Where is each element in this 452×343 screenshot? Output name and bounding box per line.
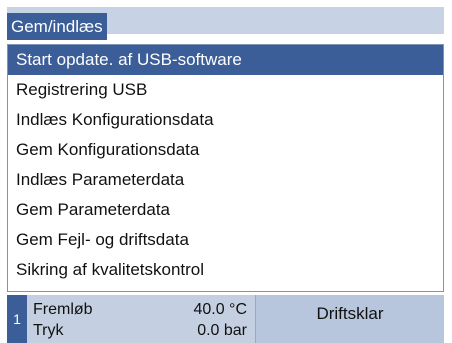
menu-item-start-usb-software-update[interactable]: Start opdate. af USB-software	[8, 45, 443, 75]
menu-item-save-parameter-data[interactable]: Gem Parameterdata	[8, 195, 443, 225]
menu-title: Gem/indlæs	[7, 13, 107, 40]
operating-state-panel: Driftsklar	[256, 295, 444, 343]
flow-value: 40.0 °C	[193, 301, 247, 318]
menu-item-save-configuration-data[interactable]: Gem Konfigurationsdata	[8, 135, 443, 165]
operating-state-label: Driftsklar	[316, 304, 384, 323]
menu-item-usb-registration[interactable]: Registrering USB	[8, 75, 443, 105]
menu-item-save-error-operating-data[interactable]: Gem Fejl- og driftsdata	[8, 225, 443, 255]
menu-list: Start opdate. af USB-software Registreri…	[7, 44, 444, 292]
zone-number: 1	[7, 295, 27, 343]
flow-label: Fremløb	[33, 301, 93, 318]
pressure-label: Tryk	[33, 322, 64, 339]
device-screen: Gem/indlæs Start opdate. af USB-software…	[0, 0, 452, 343]
menu-item-load-parameter-data[interactable]: Indlæs Parameterdata	[8, 165, 443, 195]
status-bar: 1 Fremløb 40.0 °C Tryk 0.0 bar Driftskla…	[7, 295, 444, 343]
title-bar: Gem/indlæs	[7, 7, 444, 40]
menu-item-load-configuration-data[interactable]: Indlæs Konfigurationsdata	[8, 105, 443, 135]
menu-item-quality-control-backup[interactable]: Sikring af kvalitetskontrol	[8, 255, 443, 285]
pressure-value: 0.0 bar	[197, 322, 247, 339]
